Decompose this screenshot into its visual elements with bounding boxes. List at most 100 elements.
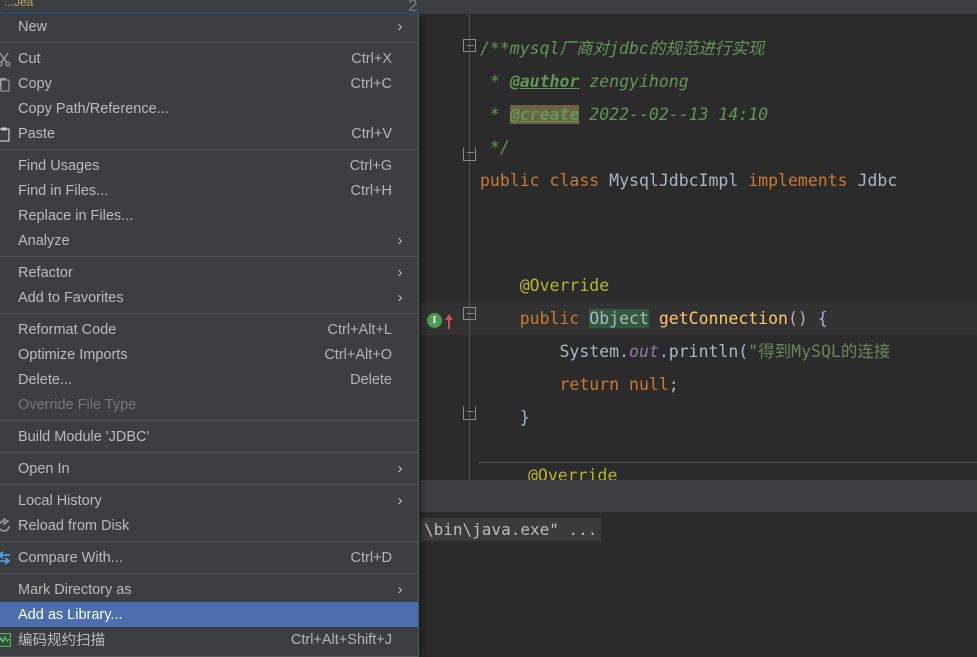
- menu-item-label: Add to Favorites: [18, 289, 124, 306]
- no-icon: [0, 456, 18, 481]
- cut-icon: [0, 46, 18, 71]
- code-token: zengyihong: [579, 72, 689, 91]
- menu-item-label: Copy Path/Reference...: [18, 100, 169, 117]
- menu-item-label: Cut: [18, 50, 41, 67]
- chevron-right-icon: ›: [397, 18, 403, 35]
- override-arrow-icon[interactable]: [444, 312, 454, 330]
- code-token: .println(: [658, 342, 749, 361]
- menu-item-copy-path-reference[interactable]: Copy Path/Reference...: [0, 96, 418, 121]
- menu-item-add-as-library[interactable]: Add as Library...: [0, 602, 418, 627]
- implements-marker-icon[interactable]: I: [427, 313, 442, 328]
- editor-tab-strip[interactable]: ...Jea: [0, 0, 977, 14]
- code-line-6: @Override: [480, 269, 609, 302]
- menu-separator: [0, 256, 418, 257]
- code-line-1: /**mysql厂商对jdbc的规范进行实现: [480, 32, 764, 65]
- code-token: */: [480, 138, 510, 157]
- code-token: System.: [480, 342, 630, 361]
- no-icon: [0, 577, 18, 602]
- menu-separator: [0, 541, 418, 542]
- chevron-right-icon: ›: [397, 289, 403, 306]
- menu-item-label: Find Usages: [18, 157, 100, 174]
- menu-item-optimize-imports[interactable]: Optimize Imports Ctrl+Alt+O: [0, 342, 418, 367]
- menu-item-shortcut: Delete: [350, 371, 392, 388]
- code-line-7: public Object getConnection() {: [480, 302, 828, 335]
- editor-tab-label[interactable]: ...Jea: [4, 0, 33, 9]
- code-token: null: [629, 375, 669, 394]
- menu-item-shortcut: Ctrl+X: [351, 50, 392, 67]
- menu-item-refactor[interactable]: Refactor ›: [0, 260, 418, 285]
- code-line-2: * @author zengyihong: [480, 65, 689, 98]
- code-token: 2022--02--13 14:10: [579, 105, 769, 124]
- no-icon: [0, 153, 18, 178]
- code-token: @Override: [480, 276, 610, 295]
- run-console[interactable]: \bin\java.exe" ...: [420, 512, 977, 657]
- menu-item-paste[interactable]: Paste Ctrl+V: [0, 121, 418, 146]
- code-token: public: [480, 171, 540, 190]
- menu-item-cut[interactable]: Cut Ctrl+X: [0, 46, 418, 71]
- menu-item-label: Analyze: [18, 232, 70, 249]
- menu-item-local-history[interactable]: Local History ›: [0, 488, 418, 513]
- menu-separator: [0, 42, 418, 43]
- fold-marker-method[interactable]: [463, 307, 476, 320]
- paste-icon: [0, 121, 18, 146]
- menu-item-find-in-files[interactable]: Find in Files... Ctrl+H: [0, 178, 418, 203]
- menu-separator: [0, 573, 418, 574]
- code-line-4: */: [480, 131, 510, 164]
- code-token: *: [480, 105, 510, 124]
- menu-item-label: Override File Type: [18, 396, 137, 413]
- menu-item-reload-from-disk[interactable]: Reload from Disk: [0, 513, 418, 538]
- no-icon: [0, 14, 18, 39]
- no-icon: [0, 260, 18, 285]
- code-token: return: [559, 375, 620, 394]
- menu-separator: [0, 484, 418, 485]
- menu-item-compare-with[interactable]: Compare With... Ctrl+D: [0, 545, 418, 570]
- tool-window-header: [420, 480, 977, 512]
- menu-item-open-in[interactable]: Open In ›: [0, 456, 418, 481]
- no-icon: [0, 488, 18, 513]
- code-editor[interactable]: I /**mysql厂商对jdbc的规范进行实现 * @author zengy…: [420, 14, 977, 480]
- no-icon: [0, 178, 18, 203]
- menu-item-label: Open In: [18, 460, 70, 477]
- menu-item-copy[interactable]: Copy Ctrl+C: [0, 71, 418, 96]
- menu-item-replace-in-files[interactable]: Replace in Files...: [0, 203, 418, 228]
- no-icon: [0, 317, 18, 342]
- menu-item-mark-directory-as[interactable]: Mark Directory as ›: [0, 577, 418, 602]
- menu-separator: [0, 313, 418, 314]
- menu-item-delete[interactable]: Delete... Delete: [0, 367, 418, 392]
- menu-item-shortcut: Ctrl+Alt+L: [327, 321, 392, 338]
- code-line-10: }: [480, 401, 530, 434]
- scan-icon: [0, 627, 18, 652]
- code-line-3: * @create 2022--02--13 14:10: [480, 98, 768, 131]
- menu-item-reformat-code[interactable]: Reformat Code Ctrl+Alt+L: [0, 317, 418, 342]
- menu-item-build-module-jdbc[interactable]: Build Module 'JDBC': [0, 424, 418, 449]
- compare-icon: [0, 545, 18, 570]
- menu-item-编码规约扫描[interactable]: 编码规约扫描 Ctrl+Alt+Shift+J: [0, 627, 418, 652]
- context-menu[interactable]: New › Cut Ctrl+X Copy Ctrl+C Copy Path/Referen…: [0, 14, 419, 657]
- menu-item-label: Copy: [18, 75, 52, 92]
- menu-item-add-to-favorites[interactable]: Add to Favorites ›: [0, 285, 418, 310]
- code-token: out: [629, 342, 659, 361]
- fold-end-method[interactable]: [463, 407, 476, 420]
- code-token: MysqlJdbcImpl: [599, 171, 749, 190]
- code-token: ;: [668, 375, 679, 394]
- menu-item-new[interactable]: New ›: [0, 14, 418, 39]
- menu-item-label: 编码规约扫描: [18, 633, 105, 649]
- no-icon: [0, 285, 18, 310]
- code-token: Jdbc: [847, 171, 898, 190]
- fold-marker-comment[interactable]: [463, 39, 476, 52]
- console-output-line: \bin\java.exe" ...: [420, 518, 602, 541]
- code-token: }: [480, 408, 530, 427]
- menu-item-find-usages[interactable]: Find Usages Ctrl+G: [0, 153, 418, 178]
- menu-item-shortcut: Ctrl+V: [351, 125, 392, 142]
- menu-item-label: Refactor: [18, 264, 73, 281]
- menu-item-analyze[interactable]: Analyze ›: [0, 228, 418, 253]
- chevron-right-icon: ›: [397, 232, 403, 249]
- fold-end-comment[interactable]: [463, 148, 476, 161]
- menu-item-label: Build Module 'JDBC': [18, 428, 150, 445]
- menu-item-shortcut: Ctrl+D: [350, 549, 393, 566]
- chevron-right-icon: ›: [397, 492, 403, 509]
- no-icon: [0, 602, 18, 627]
